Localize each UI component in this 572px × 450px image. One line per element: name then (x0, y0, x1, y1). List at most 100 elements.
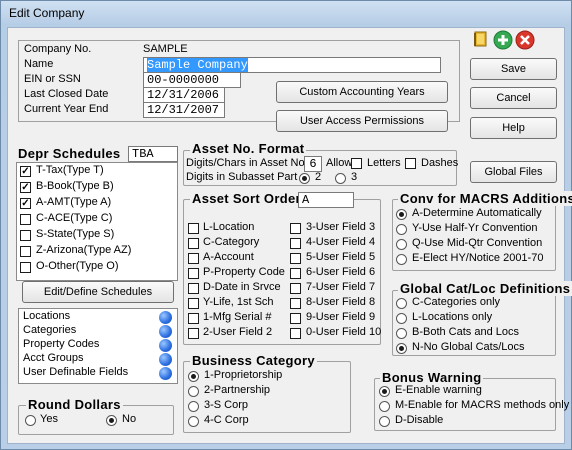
depr-item-label: O-Other(Type O) (36, 260, 119, 272)
macrs-radio[interactable] (396, 224, 407, 235)
business-radio[interactable] (188, 401, 199, 412)
catloc-radio[interactable] (396, 328, 407, 339)
sort-option-label: L-Location (203, 221, 255, 233)
save-button[interactable]: Save (470, 58, 557, 80)
property-codes-dot-icon[interactable] (159, 339, 172, 352)
locations-link[interactable]: Locations (23, 310, 70, 322)
last-closed-date-label: Last Closed Date (24, 88, 109, 100)
sort-option-label: Y-Life, 1st Sch (203, 296, 274, 308)
business-radio[interactable] (188, 371, 199, 382)
depr-item-label: S-State(Type S) (36, 228, 115, 240)
bonus-option-label: D-Disable (395, 414, 444, 426)
sort-checkbox[interactable] (188, 313, 199, 324)
sort-checkbox[interactable] (188, 328, 199, 339)
book-icon[interactable] (472, 30, 490, 48)
letters-checkbox[interactable] (351, 158, 362, 169)
sort-option-label: 4-User Field 4 (306, 236, 376, 248)
sort-checkbox[interactable] (188, 223, 199, 234)
business-radio[interactable] (188, 386, 199, 397)
subasset-2-radio[interactable] (299, 173, 310, 184)
title-bar[interactable]: Edit Company (1, 1, 571, 25)
cancel-button[interactable]: Cancel (470, 87, 557, 109)
bonus-option-label: E-Enable warning (395, 384, 482, 396)
checkbox-state[interactable] (20, 230, 31, 241)
checkbox-amt[interactable]: ✓ (20, 198, 31, 209)
acct-groups-link[interactable]: Acct Groups (23, 352, 84, 364)
depr-item-label: Z-Arizona(Type AZ) (36, 244, 132, 256)
custom-accounting-years-button[interactable]: Custom Accounting Years (276, 81, 448, 103)
user-access-permissions-button[interactable]: User Access Permissions (276, 110, 448, 132)
categories-dot-icon[interactable] (159, 325, 172, 338)
user-definable-fields-link[interactable]: User Definable Fields (23, 366, 128, 378)
catloc-radio[interactable] (396, 313, 407, 324)
ein-field[interactable]: 00-0000000 (143, 72, 241, 88)
company-no-value: SAMPLE (143, 43, 188, 55)
subasset-3-radio[interactable] (335, 173, 346, 184)
sort-checkbox[interactable] (188, 268, 199, 279)
macrs-option-label: Y-Use Half-Yr Convention (412, 222, 538, 234)
bonus-radio[interactable] (379, 401, 390, 412)
sort-order-field[interactable]: A (298, 192, 354, 208)
macrs-radio[interactable] (396, 254, 407, 265)
user-definable-fields-dot-icon[interactable] (159, 367, 172, 380)
depr-schedules-list: ✓ T-Tax(Type T) ✓ B-Book(Type B) ✓ A-AMT… (16, 162, 178, 281)
sort-option-label: 3-User Field 3 (306, 221, 376, 233)
round-no-label: No (122, 413, 137, 425)
locations-dot-icon[interactable] (159, 311, 172, 324)
sort-checkbox[interactable] (290, 253, 301, 264)
asset-sort-order-title: Asset Sort Order (190, 191, 303, 206)
business-option-label: 4-C Corp (204, 414, 249, 426)
sort-checkbox[interactable] (290, 298, 301, 309)
sort-checkbox[interactable] (290, 283, 301, 294)
last-closed-date-field[interactable]: 12/31/2006 (143, 87, 225, 103)
sort-checkbox[interactable] (290, 328, 301, 339)
checkbox-ace[interactable] (20, 214, 31, 225)
sort-option-label: 0-User Field 10 (306, 326, 382, 338)
catloc-radio[interactable] (396, 298, 407, 309)
checkbox-other[interactable] (20, 262, 31, 273)
sort-checkbox[interactable] (188, 298, 199, 309)
global-files-button[interactable]: Global Files (470, 161, 557, 183)
edit-define-schedules-button[interactable]: Edit/Define Schedules (22, 281, 174, 303)
sort-checkbox[interactable] (290, 223, 301, 234)
sort-checkbox[interactable] (188, 283, 199, 294)
window-title: Edit Company (9, 6, 85, 20)
dashes-checkbox[interactable] (405, 158, 416, 169)
catloc-option-label: C-Categories only (412, 296, 501, 308)
bonus-radio[interactable] (379, 416, 390, 427)
current-year-end-field[interactable]: 12/31/2007 (143, 102, 225, 118)
property-codes-link[interactable]: Property Codes (23, 338, 99, 350)
macrs-radio[interactable] (396, 239, 407, 250)
sort-checkbox[interactable] (188, 238, 199, 249)
business-radio[interactable] (188, 416, 199, 427)
sort-checkbox[interactable] (290, 313, 301, 324)
macrs-convention-title: Conv for MACRS Additions (398, 191, 572, 206)
close-icon[interactable] (515, 30, 535, 50)
asset-no-format-title: Asset No. Format (190, 141, 307, 156)
name-field-text: Sample Company (147, 58, 248, 72)
sort-checkbox[interactable] (290, 238, 301, 249)
macrs-radio[interactable] (396, 209, 407, 220)
checkbox-tax[interactable]: ✓ (20, 166, 31, 177)
sort-option-label: 1-Mfg Serial # (203, 311, 272, 323)
sort-option-label: 6-User Field 6 (306, 266, 376, 278)
allow-label: Allow (326, 157, 353, 169)
checkbox-arizona[interactable] (20, 246, 31, 257)
round-no-radio[interactable] (106, 415, 117, 426)
categories-link[interactable]: Categories (23, 324, 76, 336)
sort-option-label: C-Category (203, 236, 260, 248)
checkbox-book[interactable]: ✓ (20, 182, 31, 193)
sort-checkbox[interactable] (188, 253, 199, 264)
bonus-radio[interactable] (379, 386, 390, 397)
depr-item-label: A-AMT(Type A) (36, 196, 112, 208)
sort-option-label: 2-User Field 2 (203, 326, 273, 338)
name-field[interactable]: Sample Company (143, 57, 441, 73)
digits-field[interactable]: 6 (304, 156, 322, 172)
help-button[interactable]: Help (470, 117, 557, 139)
round-yes-radio[interactable] (25, 415, 36, 426)
depr-schedules-code[interactable]: TBA (128, 146, 178, 162)
sort-checkbox[interactable] (290, 268, 301, 279)
acct-groups-dot-icon[interactable] (159, 353, 172, 366)
catloc-radio[interactable] (396, 343, 407, 354)
add-icon[interactable] (493, 30, 513, 50)
